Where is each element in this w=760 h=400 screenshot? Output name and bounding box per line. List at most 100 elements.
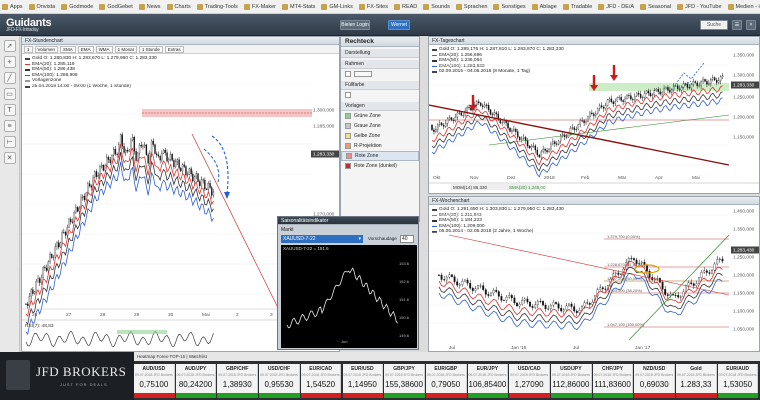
bookmark-item[interactable]: Godmode	[61, 3, 93, 10]
ruler-icon[interactable]: ⊢	[3, 136, 16, 148]
bookmark-item[interactable]: GM-Links	[321, 3, 353, 10]
line-icon[interactable]: ╱	[3, 72, 16, 84]
frame-line-style[interactable]	[354, 71, 372, 77]
trash-icon[interactable]: ✕	[3, 152, 16, 164]
frame-color-swatch[interactable]	[345, 71, 351, 77]
candle-body	[102, 165, 105, 171]
price-axis-label: 1.150,000	[733, 135, 755, 141]
ticker-value: 1.283,33	[680, 380, 712, 389]
candle-body	[595, 113, 597, 116]
ticker-trend-bar	[425, 393, 467, 398]
forex-ticker-tile[interactable]: EUR/AUD 09.07.2018 JFD Brokers 1,53050	[717, 364, 759, 398]
bookmark-item[interactable]: Apps	[2, 3, 23, 10]
candle-body	[87, 183, 89, 194]
seasonality-window[interactable]: Saisonalitätsindikator Markt XAUUSD-7-22…	[277, 216, 419, 350]
forex-ticker-tile[interactable]: USD/CHF 09.07.2018 JFD Brokers 0,95530	[259, 364, 300, 398]
jfd-brokers-ad[interactable]: JFD BROKERS JUST FOR DEALS	[0, 352, 134, 400]
bookmark-item[interactable]: Sonstiges	[493, 3, 526, 10]
search-field[interactable]: Suche	[700, 20, 728, 30]
candle-body	[700, 81, 702, 86]
bookmark-item[interactable]: READ	[393, 3, 417, 10]
close-icon[interactable]: ×	[746, 20, 756, 30]
chart-toolbar-button[interactable]: 1 Stunde	[138, 45, 163, 53]
forex-ticker-tile[interactable]: EUR/CAD 09.07.2018 JFD Brokers 1,54520	[300, 364, 342, 398]
forex-ticker-tile[interactable]: CHF/JPY 09.07.2018 JFD Brokers 111,83600	[592, 364, 634, 398]
market-select[interactable]: XAUUSD-7-22 ▾	[281, 235, 363, 243]
chart-toolbar-button[interactable]: EMA	[77, 45, 94, 53]
bookmark-item[interactable]: Sprachen	[455, 3, 487, 10]
fill-color-picker[interactable]	[341, 90, 419, 100]
daily-chart-panel[interactable]: FX-Tageschart Gold O: 1.285,176 H: 1.287…	[428, 36, 760, 194]
bookmark-item[interactable]: Onvista	[28, 3, 55, 10]
bookmark-item[interactable]: Trading-Tools	[196, 3, 238, 10]
bookmark-item[interactable]: Ablage	[531, 3, 557, 10]
frame-style-picker[interactable]	[341, 69, 419, 79]
candle-body	[497, 291, 500, 297]
forex-ticker-tile[interactable]: EUR/JPY 09.07.2018 JFD Brokers 106,85400	[467, 364, 509, 398]
fib-icon[interactable]: ≡	[3, 120, 16, 132]
chart-toolbar-button[interactable]: SMA	[60, 45, 76, 53]
chart-toolbar-button[interactable]: Volumen	[34, 45, 59, 53]
template-item[interactable]: Graue Zone	[341, 121, 419, 131]
candle-body	[520, 138, 523, 140]
candle-body	[539, 300, 542, 302]
wernet-button[interactable]: Wernet	[388, 20, 410, 30]
candle-body	[483, 104, 486, 107]
candle-body	[433, 129, 435, 132]
weekly-chart-panel[interactable]: FX-Wochenchart Gold O: 1.291,690 H: 1.30…	[428, 196, 760, 352]
menu-icon[interactable]: ☰	[732, 20, 742, 30]
seasonal-y-label: 153.6	[399, 261, 410, 266]
chart-toolbar-button[interactable]: 1 Monat	[114, 45, 137, 53]
crosshair-icon[interactable]: +	[3, 56, 16, 68]
template-item[interactable]: Grüne Zone	[341, 111, 419, 121]
bookmark-item[interactable]: MT4-Stats	[281, 3, 315, 10]
forex-ticker-tile[interactable]: USD/CAD 09.07.2018 JFD Brokers 1,27090	[509, 364, 550, 398]
bookmark-item[interactable]: Seasonal	[640, 3, 671, 10]
candle-body	[25, 303, 27, 305]
forex-ticker-tile[interactable]: EUR/USD 09.07.2018 JFD Brokers 1,14950	[342, 364, 384, 398]
forex-ticker-tile[interactable]: GBP/CHF 09.07.2018 JFD Brokers 1,38930	[217, 364, 259, 398]
lookback-input[interactable]: 40	[400, 235, 414, 243]
bookmark-item[interactable]: Tradable	[562, 3, 592, 10]
bookmark-item[interactable]: JFD - DE/A	[598, 3, 634, 10]
forex-ticker-tile[interactable]: AUD/JPY 09.07.2018 JFD Brokers 80,24200	[175, 364, 217, 398]
bookmark-item[interactable]: FX-Maker	[243, 3, 276, 10]
fill-color-swatch[interactable]	[345, 92, 351, 98]
forex-ticker-tile[interactable]: AUD/USD 09.07.2018 JFD Brokers 0,75100	[134, 364, 175, 398]
rect-icon[interactable]: ▭	[3, 88, 16, 100]
bookmark-item[interactable]: Medien - investor	[727, 3, 760, 10]
ticker-trend-bar	[467, 393, 509, 398]
lookback-label: Vorschaudage	[368, 236, 397, 241]
bookmark-item[interactable]: Charts	[166, 3, 191, 10]
chart-toolbar-button[interactable]: 1	[24, 45, 33, 53]
cursor-icon[interactable]: ➚	[3, 40, 16, 52]
seasonality-menu[interactable]: Markt	[281, 227, 294, 233]
candle-body	[47, 261, 50, 271]
candle-body	[711, 270, 713, 274]
bookmark-item[interactable]: News	[138, 3, 161, 10]
candle-body	[140, 145, 142, 147]
candle-body	[583, 302, 586, 307]
bookmark-item[interactable]: FX-Sites	[358, 3, 388, 10]
daily-price-chart[interactable]: 1.350,000 1.300,000 1.283,330 1.250,000 1.20…	[429, 45, 760, 194]
candle-body	[487, 105, 490, 110]
guidants-logo[interactable]: Guidants JFD-FX-Intraday	[6, 17, 52, 33]
bookmark-item[interactable]: GodGebet	[99, 3, 133, 10]
chart-toolbar-button[interactable]: WMA	[95, 45, 113, 53]
forex-ticker-tile[interactable]: Gold 09.07.2018 JFD Brokers 1.283,33	[676, 364, 717, 398]
weekly-price-chart[interactable]: 1.379,700 (0,00%)1.228,870 (61,80%)1.197…	[429, 205, 760, 352]
forex-ticker-tile[interactable]: GBP/JPY 09.07.2018 JFD Brokers 155,38600	[384, 364, 425, 398]
bookmark-item[interactable]: Sounds	[423, 3, 450, 10]
forex-ticker-tile[interactable]: USD/JPY 09.07.2018 JFD Brokers 112,86000	[551, 364, 592, 398]
bookmark-item[interactable]: JFD - YouTube	[677, 3, 722, 10]
sma-label: SMA(20) 1.245,00	[509, 185, 546, 190]
chart-toolbar-button[interactable]: Extras	[164, 45, 184, 53]
template-item[interactable]: Rote Zone	[341, 151, 419, 161]
login-button[interactable]: Bielen Login	[340, 20, 370, 30]
template-item[interactable]: R-Projektion	[341, 141, 419, 151]
text-icon[interactable]: T	[3, 104, 16, 116]
forex-ticker-tile[interactable]: EUR/GBP 09.07.2018 JFD Brokers 0,79050	[425, 364, 467, 398]
template-item[interactable]: Gelbe Zone	[341, 131, 419, 141]
forex-ticker-tile[interactable]: NZD/USD 09.07.2018 JFD Brokers 0,69030	[634, 364, 676, 398]
template-item[interactable]: Rote Zone (dunkel)	[341, 161, 419, 171]
